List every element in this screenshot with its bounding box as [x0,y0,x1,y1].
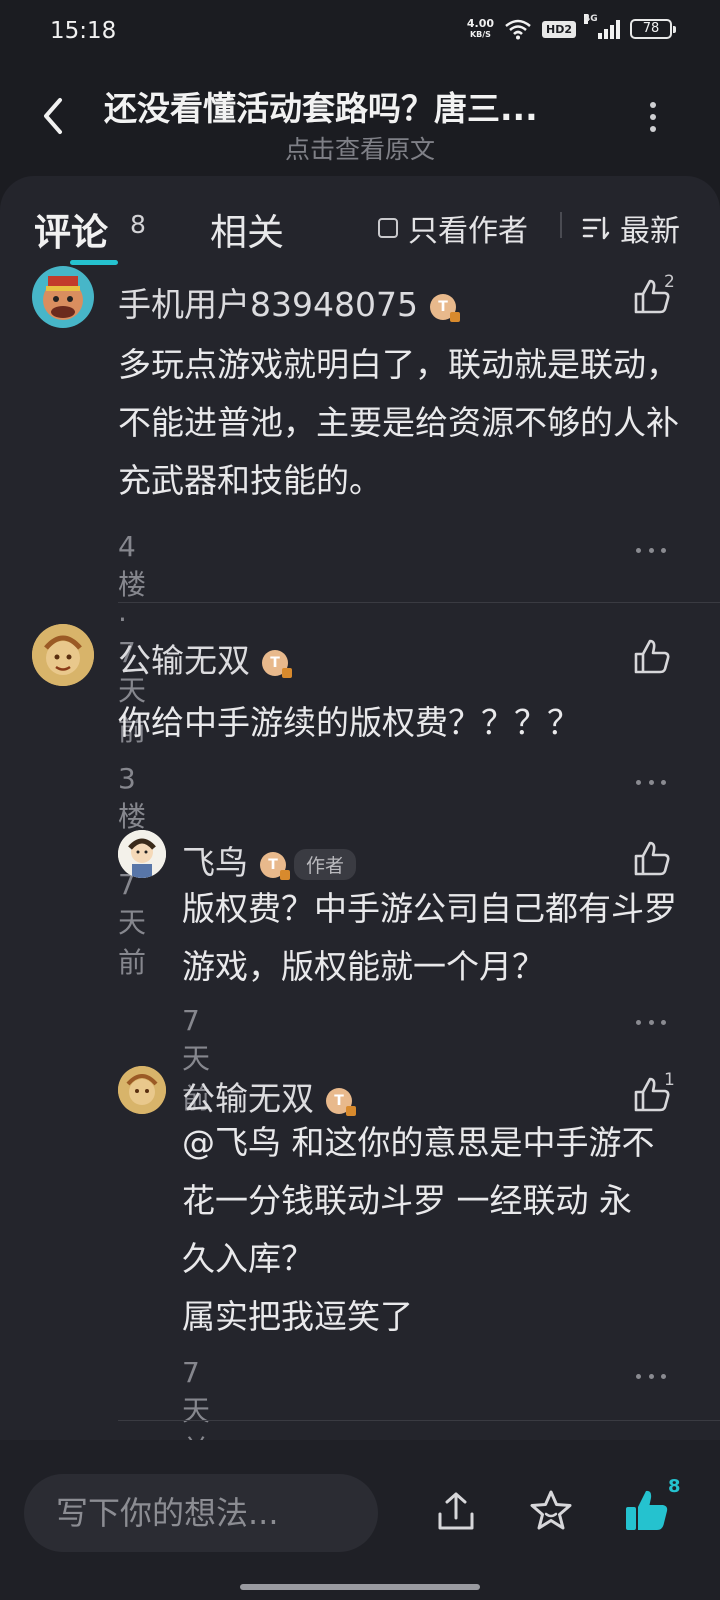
author-only-label: 只看作者 [408,214,528,249]
avatar[interactable] [118,830,166,878]
tab-related[interactable]: 相关 [210,202,284,256]
status-bar: 15:18 4.00 KB/S HD2 4G 78 [0,0,720,64]
reply-more-icon[interactable] [636,1020,666,1028]
favorite-star-icon[interactable] [528,1488,574,1534]
like-count: 1 [664,1070,675,1090]
avatar[interactable] [32,266,94,328]
active-tab-indicator [70,260,118,265]
more-options-icon[interactable] [650,102,658,132]
bottom-action-bar: 写下你的想法... 8 [0,1440,720,1600]
level-badge-icon: T [262,649,292,678]
comment-username[interactable]: 手机用户83948075 T [118,278,460,326]
comment-divider [118,1420,720,1421]
home-indicator[interactable] [240,1584,480,1590]
net-speed-unit: KB/S [469,30,491,39]
article-like-count: 8 [668,1476,681,1497]
reply-body-line: 属实把我逗笑了 [182,1297,413,1336]
avatar[interactable] [118,1066,166,1114]
net-speed-value: 4.00 [466,17,494,30]
comment-username[interactable]: 公输无双 T [118,634,292,682]
network-type: 4G [584,14,598,24]
level-badge-icon: T [260,851,290,880]
reply-more-icon[interactable] [636,1374,666,1382]
like-count: 2 [664,272,675,292]
signal-icon: 4G [584,14,620,39]
like-icon[interactable] [632,838,672,878]
view-original-link[interactable]: 点击查看原文 [0,130,720,166]
status-icons: 4.00 KB/S HD2 4G 78 [467,14,676,40]
wifi-icon [505,19,531,40]
comment-body: 多玩点游戏就明白了，联动就是联动，不能进普池，主要是给资源不够的人补充武器和技能… [118,345,679,500]
comment-more-icon[interactable] [636,548,666,556]
comment-tabs: 评论 8 相关 只看作者 最新 [0,176,720,266]
like-icon[interactable] [632,636,672,676]
author-only-toggle[interactable]: 只看作者 [378,206,528,250]
reply-username[interactable]: 飞鸟 T 作者 [182,836,357,884]
comments-count: 8 [130,210,146,239]
hd-voice-badge: HD2 [542,20,576,38]
comment-divider [118,602,720,603]
reply-username[interactable]: 公输无双 T [182,1072,356,1120]
status-time: 15:18 [50,18,117,44]
reply-body: 版权费？中手游公司自己都有斗罗游戏，版权能就一个月？ [182,889,677,986]
author-only-checkbox[interactable] [378,218,398,238]
level-badge-icon: T [326,1087,356,1116]
comment-more-icon[interactable] [636,780,666,788]
avatar[interactable] [32,624,94,686]
battery-icon: 78 [630,19,676,39]
comment-body: 你给中手游续的版权费？？？？ [118,703,580,742]
level-badge-icon: T [429,293,460,322]
reply-body-line: @飞鸟 和这你的意思是中手游不花一分钱联动斗罗 一经联动 永久入库？ [182,1123,655,1278]
page-title[interactable]: 还没看懂活动套路吗？唐三... [104,82,594,130]
net-speed: 4.00 KB/S [467,18,494,40]
sort-icon [582,216,610,240]
author-badge: 作者 [294,849,357,880]
comment-input[interactable]: 写下你的想法... [24,1474,378,1552]
share-icon[interactable] [434,1490,478,1534]
thumbs-up-icon[interactable] [622,1486,670,1534]
reply-body: @飞鸟 和这你的意思是中手游不花一分钱联动斗罗 一经联动 永久入库？ 属实把我逗… [182,1114,662,1346]
sort-label: 最新 [620,214,680,249]
tab-divider [560,212,562,238]
tab-comments[interactable]: 评论 [34,202,108,256]
article-header: 还没看懂活动套路吗？唐三... 点击查看原文 [0,66,720,176]
sort-toggle[interactable]: 最新 [582,206,680,250]
